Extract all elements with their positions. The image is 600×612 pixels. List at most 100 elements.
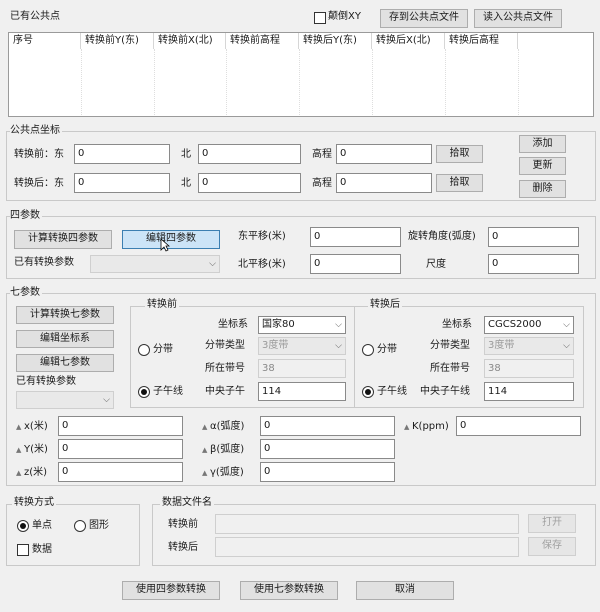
before-zone-type-select[interactable]: 3度带 ⌵: [258, 337, 346, 355]
open-file-button[interactable]: 打开: [528, 514, 576, 533]
alpha-input[interactable]: 0: [260, 416, 395, 436]
gamma-label: γ(弧度): [210, 467, 244, 478]
after-height-input[interactable]: 0: [336, 173, 432, 193]
graphic-radio[interactable]: [74, 520, 86, 532]
coord-group-title: 公共点坐标: [10, 124, 62, 138]
flip-xy-checkbox[interactable]: [314, 12, 326, 24]
z-input[interactable]: 0: [58, 462, 183, 482]
after-zone-no-input[interactable]: 38: [484, 359, 574, 378]
column-divider: [154, 49, 155, 115]
calc-four-param-button[interactable]: 计算转换四参数: [14, 230, 112, 249]
x-input[interactable]: 0: [58, 416, 183, 436]
column-header[interactable]: 转换后X(北): [372, 33, 445, 50]
common-points-title: 已有公共点: [10, 11, 60, 22]
column-header[interactable]: 转换前高程: [226, 33, 299, 50]
column-header[interactable]: 转换后Y(东): [299, 33, 372, 50]
chevron-down-icon: ⌵: [335, 341, 342, 351]
data-checkbox[interactable]: [17, 544, 29, 556]
save-common-points-button[interactable]: 存到公共点文件: [380, 9, 468, 28]
load-common-points-button[interactable]: 读入公共点文件: [474, 9, 562, 28]
after-north-input[interactable]: 0: [198, 173, 301, 193]
before-zone-no-label: 所在带号: [205, 363, 245, 374]
save-file-button[interactable]: 保存: [528, 537, 576, 556]
column-header[interactable]: 转换前Y(东): [81, 33, 154, 50]
calc-seven-param-button[interactable]: 计算转换七参数: [16, 306, 114, 324]
beta-input[interactable]: 0: [260, 439, 395, 459]
four-param-title: 四参数: [10, 209, 42, 223]
datafile-before-label: 转换前: [168, 519, 198, 530]
pick-after-button[interactable]: 拾取: [436, 174, 483, 192]
y-input[interactable]: 0: [58, 439, 183, 459]
after-coord-sys-select[interactable]: CGCS2000 ⌵: [484, 316, 574, 334]
column-divider: [372, 49, 373, 115]
north-shift-label: 北平移(米): [238, 259, 286, 270]
single-point-radio[interactable]: [17, 520, 29, 532]
common-points-table-body[interactable]: [8, 49, 594, 117]
flip-xy-label: 颠倒XY: [328, 11, 361, 22]
sort-triangle-icon: ▲: [202, 469, 208, 477]
after-meridian-radio[interactable]: [362, 386, 374, 398]
use-seven-param-button[interactable]: 使用七参数转换: [240, 581, 338, 600]
before-east-input[interactable]: 0: [74, 144, 170, 164]
datafile-after-label: 转换后: [168, 542, 198, 553]
before-central-meridian-input[interactable]: 114: [258, 382, 346, 401]
four-existing-params-select[interactable]: ⌵: [90, 255, 220, 273]
mode-title: 转换方式: [12, 496, 56, 510]
rotation-input[interactable]: 0: [488, 227, 579, 247]
update-button[interactable]: 更新: [519, 157, 566, 175]
after-central-meridian-input[interactable]: 114: [484, 382, 574, 401]
after-central-meridian-label: 中央子午线: [420, 386, 470, 397]
x-label: x(米): [24, 421, 48, 432]
gamma-input[interactable]: 0: [260, 462, 395, 482]
scale-input[interactable]: 0: [488, 254, 579, 274]
after-north-label: 北: [181, 178, 191, 189]
z-label: z(米): [24, 467, 48, 478]
before-zone-no-input[interactable]: 38: [258, 359, 346, 378]
edit-four-param-button[interactable]: 编辑四参数: [122, 230, 220, 249]
k-input[interactable]: 0: [456, 416, 581, 436]
before-zone-type-label: 分带类型: [205, 340, 245, 351]
cancel-button[interactable]: 取消: [356, 581, 454, 600]
before-east-label: 转换前：东: [14, 149, 64, 160]
column-divider: [81, 49, 82, 115]
chevron-down-icon: ⌵: [563, 320, 570, 330]
sort-triangle-icon: ▲: [202, 446, 208, 454]
seven-existing-label: 已有转换参数: [16, 376, 76, 387]
alpha-label: α(弧度): [210, 421, 245, 432]
datafile-title: 数据文件名: [160, 496, 214, 510]
east-shift-input[interactable]: 0: [310, 227, 401, 247]
add-button[interactable]: 添加: [519, 135, 566, 153]
pick-before-button[interactable]: 拾取: [436, 145, 483, 163]
delete-button[interactable]: 删除: [519, 180, 566, 198]
after-height-label: 高程: [312, 178, 332, 189]
column-divider: [445, 49, 446, 115]
before-coord-sys-select[interactable]: 国家80 ⌵: [258, 316, 346, 334]
datafile-before-input[interactable]: [215, 514, 519, 534]
seven-existing-params-select[interactable]: ⌵: [16, 391, 114, 409]
graphic-label: 图形: [89, 520, 109, 531]
before-height-input[interactable]: 0: [336, 144, 432, 164]
chevron-down-icon: ⌵: [563, 341, 570, 351]
edit-seven-param-button[interactable]: 编辑七参数: [16, 354, 114, 372]
edit-coord-system-button[interactable]: 编辑坐标系: [16, 330, 114, 348]
before-zone-radio[interactable]: [138, 344, 150, 356]
column-header[interactable]: 转换前X(北): [154, 33, 226, 50]
column-divider: [518, 49, 519, 115]
before-zone-label: 分带: [153, 344, 173, 355]
use-four-param-button[interactable]: 使用四参数转换: [122, 581, 220, 600]
before-height-label: 高程: [312, 149, 332, 160]
column-header[interactable]: 序号: [9, 33, 81, 50]
before-north-input[interactable]: 0: [198, 144, 301, 164]
data-label: 数据: [32, 544, 52, 555]
north-shift-input[interactable]: 0: [310, 254, 401, 274]
sort-triangle-icon: ▲: [202, 423, 208, 431]
datafile-after-input[interactable]: [215, 537, 519, 557]
after-zone-type-select[interactable]: 3度带 ⌵: [484, 337, 574, 355]
after-east-input[interactable]: 0: [74, 173, 170, 193]
single-point-label: 单点: [32, 520, 52, 531]
chevron-down-icon: ⌵: [335, 320, 342, 330]
common-points-table-header: 序号 转换前Y(东) 转换前X(北) 转换前高程 转换后Y(东) 转换后X(北)…: [8, 32, 594, 50]
after-zone-radio[interactable]: [362, 344, 374, 356]
before-meridian-radio[interactable]: [138, 386, 150, 398]
column-header[interactable]: 转换后高程: [445, 33, 518, 50]
